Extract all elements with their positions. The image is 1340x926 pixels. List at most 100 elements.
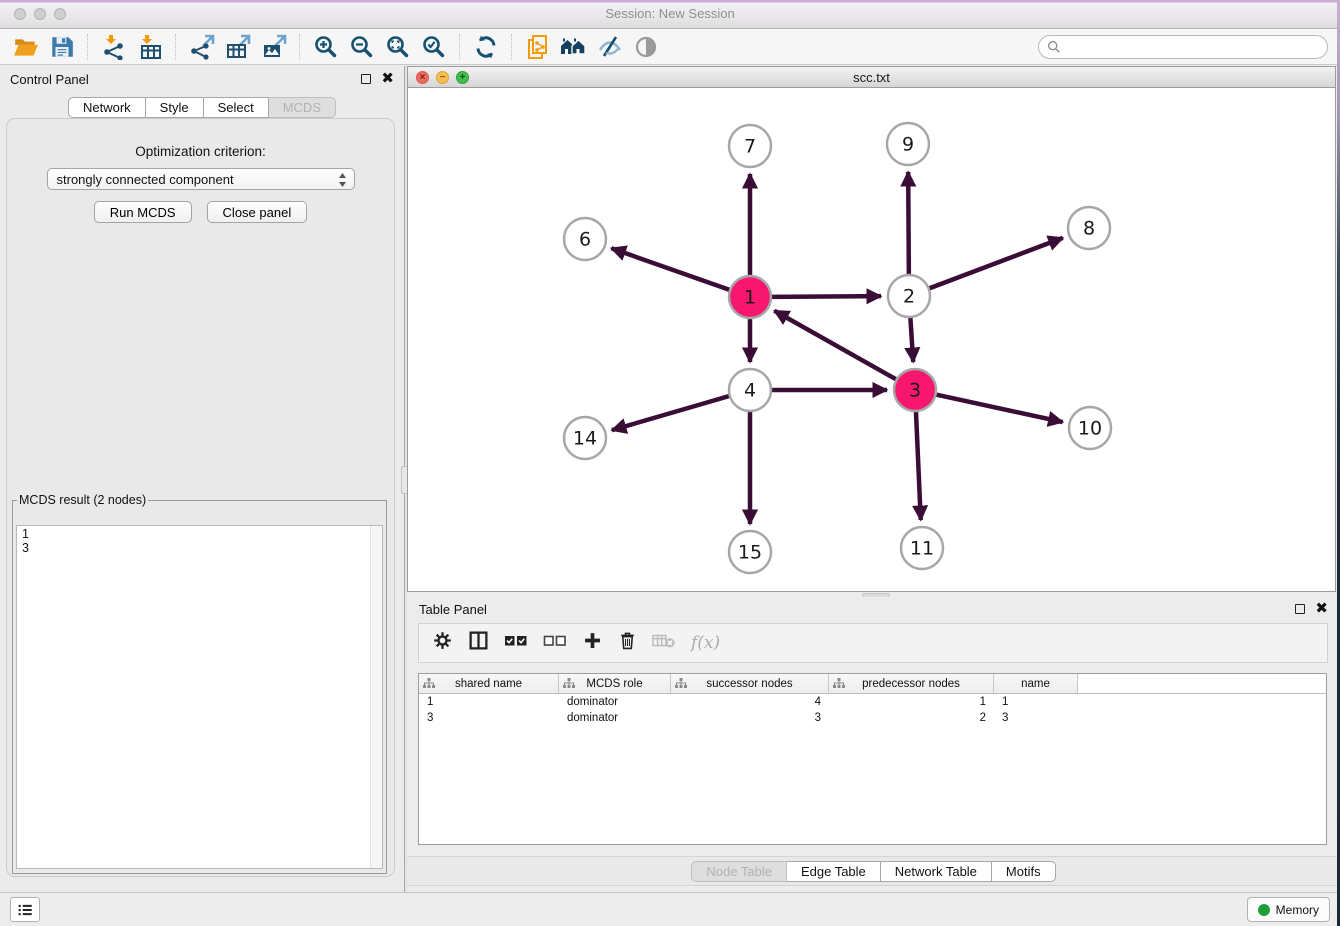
cell-mcds-role[interactable]: dominator — [559, 696, 671, 708]
minimize-network-icon[interactable]: − — [436, 71, 449, 84]
tab-mcds[interactable]: MCDS — [269, 97, 336, 118]
eye-icon[interactable] — [628, 32, 664, 62]
node-9[interactable]: 9 — [887, 123, 929, 165]
node-11[interactable]: 11 — [901, 527, 943, 569]
cell-name[interactable]: 1 — [994, 696, 1078, 708]
table-tab-edge-table[interactable]: Edge Table — [787, 861, 881, 882]
cell-successor-nodes[interactable]: 4 — [671, 696, 829, 708]
svg-text:3: 3 — [909, 380, 921, 402]
edge-1-6[interactable] — [611, 248, 729, 289]
edge-3-11[interactable] — [916, 412, 921, 520]
table-row[interactable]: 3dominator323 — [419, 710, 1326, 726]
zoom-in-icon[interactable] — [308, 32, 344, 62]
edge-2-3[interactable] — [910, 318, 913, 362]
cell-mcds-role[interactable]: dominator — [559, 712, 671, 724]
edge-2-9[interactable] — [908, 172, 909, 274]
float-table-panel-icon[interactable] — [1295, 604, 1305, 614]
edge-2-8[interactable] — [930, 238, 1063, 288]
zoom-out-icon[interactable] — [344, 32, 380, 62]
close-panel-button[interactable]: Close panel — [207, 201, 308, 223]
hide-panel-icon[interactable] — [592, 32, 628, 62]
node-7[interactable]: 7 — [729, 125, 771, 167]
cell-shared-name[interactable]: 1 — [419, 696, 559, 708]
export-network-icon[interactable] — [184, 32, 220, 62]
columns-icon[interactable] — [468, 630, 489, 656]
table-panel: Table Panel ✖ f(x) shared nameMCDS roles… — [407, 597, 1340, 893]
delete-column-icon[interactable] — [618, 630, 637, 656]
function-builder-icon[interactable]: f(x) — [691, 633, 720, 653]
zoom-selected-icon[interactable] — [416, 32, 452, 62]
edge-3-10[interactable] — [936, 395, 1062, 422]
column-header-predecessor-nodes[interactable]: predecessor nodes — [829, 674, 994, 693]
mcds-result-title: MCDS result (2 nodes) — [17, 493, 148, 507]
network-window-titlebar[interactable]: × − + scc.txt — [407, 66, 1336, 88]
close-panel-icon[interactable]: ✖ — [381, 74, 394, 84]
table-row[interactable]: 1dominator411 — [419, 694, 1326, 710]
task-history-button[interactable] — [10, 897, 40, 922]
import-network-icon[interactable] — [96, 32, 132, 62]
memory-button[interactable]: Memory — [1247, 897, 1330, 922]
delete-table-icon[interactable] — [652, 632, 676, 655]
gear-icon[interactable] — [432, 630, 453, 656]
run-mcds-button[interactable]: Run MCDS — [94, 201, 192, 223]
column-header-shared-name[interactable]: shared name — [419, 674, 559, 693]
mcds-result-group: MCDS result (2 nodes) 1 3 — [12, 493, 387, 874]
float-panel-icon[interactable] — [361, 74, 371, 84]
edge-4-14[interactable] — [612, 396, 729, 430]
node-2[interactable]: 2 — [888, 275, 930, 317]
node-10[interactable]: 10 — [1069, 407, 1111, 449]
node-14[interactable]: 14 — [564, 417, 606, 459]
cell-predecessor-nodes[interactable]: 2 — [829, 712, 994, 724]
optimization-dropdown[interactable]: strongly connected component — [47, 168, 355, 190]
table-panel-title: Table Panel — [419, 602, 487, 617]
close-network-icon[interactable]: × — [416, 71, 429, 84]
import-table-icon[interactable] — [132, 32, 168, 62]
column-header-name[interactable]: name — [994, 674, 1078, 693]
save-icon[interactable] — [44, 32, 80, 62]
select-all-icon[interactable] — [504, 632, 528, 655]
deselect-all-icon[interactable] — [543, 632, 567, 655]
refresh-icon[interactable] — [468, 32, 504, 62]
node-table[interactable]: shared nameMCDS rolesuccessor nodesprede… — [418, 673, 1327, 845]
table-tab-node-table[interactable]: Node Table — [691, 861, 787, 882]
network-file-icon[interactable] — [520, 32, 556, 62]
node-6[interactable]: 6 — [564, 218, 606, 260]
node-1[interactable]: 1 — [729, 276, 771, 318]
node-4[interactable]: 4 — [729, 369, 771, 411]
cell-shared-name[interactable]: 3 — [419, 712, 559, 724]
tab-style[interactable]: Style — [146, 97, 204, 118]
result-scrollbar[interactable] — [370, 526, 382, 868]
cell-successor-nodes[interactable]: 3 — [671, 712, 829, 724]
close-table-panel-icon[interactable]: ✖ — [1315, 604, 1328, 614]
svg-text:4: 4 — [744, 380, 756, 402]
mcds-result-text[interactable]: 1 3 — [16, 525, 383, 869]
tab-select[interactable]: Select — [204, 97, 269, 118]
node-15[interactable]: 15 — [729, 531, 771, 573]
node-3[interactable]: 3 — [894, 369, 936, 411]
search-input[interactable] — [1061, 39, 1319, 55]
network-canvas[interactable]: 1 2 3 4 6 7 8 9 10 11 14 15 — [407, 88, 1336, 592]
memory-status-icon — [1258, 904, 1270, 916]
export-image-icon[interactable] — [256, 32, 292, 62]
tab-network[interactable]: Network — [68, 97, 146, 118]
open-folder-icon[interactable] — [8, 32, 44, 62]
export-table-icon[interactable] — [220, 32, 256, 62]
cell-predecessor-nodes[interactable]: 1 — [829, 696, 994, 708]
cell-name[interactable]: 3 — [994, 712, 1078, 724]
search-box[interactable] — [1038, 35, 1328, 59]
edge-1-2[interactable] — [772, 296, 881, 297]
column-header-successor-nodes[interactable]: successor nodes — [671, 674, 829, 693]
edge-3-1[interactable] — [774, 311, 895, 379]
app-window: Session: New Session — [0, 0, 1340, 926]
table-tab-network-table[interactable]: Network Table — [881, 861, 992, 882]
table-body: 1dominator4113dominator323 — [419, 694, 1326, 726]
toolbar-separator — [459, 34, 461, 60]
add-column-icon[interactable] — [582, 630, 603, 656]
node-8[interactable]: 8 — [1068, 207, 1110, 249]
column-header-mcds-role[interactable]: MCDS role — [559, 674, 671, 693]
maximize-network-icon[interactable]: + — [456, 71, 469, 84]
table-tab-motifs[interactable]: Motifs — [992, 861, 1056, 882]
zoom-fit-icon[interactable] — [380, 32, 416, 62]
home-networks-icon[interactable] — [556, 32, 592, 62]
network-graph[interactable]: 1 2 3 4 6 7 8 9 10 11 14 15 — [408, 88, 1335, 591]
